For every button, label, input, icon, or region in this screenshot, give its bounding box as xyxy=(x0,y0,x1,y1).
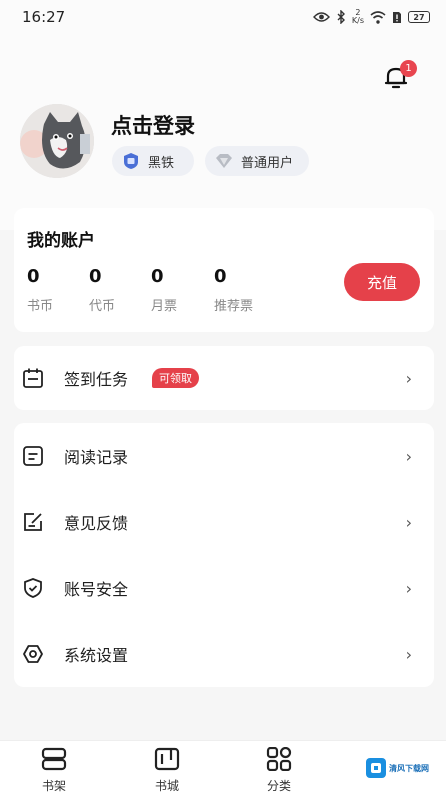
user-type-tag: 普通用户 xyxy=(205,146,309,176)
bookshelf-icon xyxy=(41,747,67,771)
account-title: 我的账户 xyxy=(27,231,95,251)
menu-item-feedback[interactable]: 意见反馈 › xyxy=(14,489,434,555)
watermark-text: 清风下载网 xyxy=(389,763,429,773)
chevron-right-icon: › xyxy=(405,644,412,664)
checkin-card: 签到任务 可领取 › xyxy=(14,346,434,410)
watermark-icon xyxy=(366,758,386,778)
login-prompt[interactable]: 点击登录 xyxy=(111,110,195,140)
nav-label: 书城 xyxy=(154,779,179,793)
sim-alert-icon xyxy=(392,11,402,24)
eye-icon xyxy=(312,11,330,23)
level-tag-label: 黑铁 xyxy=(148,155,175,171)
nav-bookshelf[interactable]: 书架 xyxy=(24,747,84,794)
nav-label: 书架 xyxy=(41,779,66,793)
net-speed-unit: K/s xyxy=(351,16,364,25)
avatar[interactable] xyxy=(20,104,94,178)
stat-tokens[interactable]: 0 代币 xyxy=(89,266,115,314)
network-speed: 2 K/s xyxy=(352,9,364,25)
menu-item-label: 阅读记录 xyxy=(64,448,129,467)
menu-item-label: 账号安全 xyxy=(64,580,129,599)
menu-item-label: 系统设置 xyxy=(64,646,129,665)
shield-icon xyxy=(24,578,42,598)
feedback-icon xyxy=(24,513,42,531)
chevron-right-icon: › xyxy=(405,368,412,388)
stat-label: 月票 xyxy=(151,299,178,314)
recharge-button[interactable]: 充值 xyxy=(344,263,420,301)
claimable-badge: 可领取 xyxy=(152,368,199,388)
status-icons: 2 K/s 27 xyxy=(312,9,430,25)
menu-item-checkin[interactable]: 签到任务 可领取 › xyxy=(14,345,434,411)
settings-list-card: 阅读记录 › 意见反馈 › 账号安全 › 系统设置 › xyxy=(14,423,434,687)
stat-label: 推荐票 xyxy=(214,299,254,314)
chevron-right-icon: › xyxy=(405,446,412,466)
stat-label: 代币 xyxy=(89,299,116,314)
chevron-right-icon: › xyxy=(405,512,412,532)
diamond-icon xyxy=(216,154,232,168)
stat-value: 0 xyxy=(151,266,164,287)
menu-item-reading-history[interactable]: 阅读记录 › xyxy=(14,423,434,489)
bookstore-icon xyxy=(154,747,180,771)
user-type-label: 普通用户 xyxy=(241,155,294,171)
menu-item-system-settings[interactable]: 系统设置 › xyxy=(14,621,434,687)
nav-bookstore[interactable]: 书城 xyxy=(137,747,197,794)
notification-button[interactable]: 1 xyxy=(383,60,417,92)
status-time: 16:27 xyxy=(22,8,66,26)
menu-item-label: 签到任务 xyxy=(64,370,129,389)
stat-monthly-tickets[interactable]: 0 月票 xyxy=(151,266,177,314)
stat-recommend-tickets[interactable]: 0 推荐票 xyxy=(214,266,253,314)
wifi-icon xyxy=(370,10,386,24)
stat-book-coins[interactable]: 0 书币 xyxy=(27,266,53,314)
stat-value: 0 xyxy=(27,266,40,287)
category-icon xyxy=(266,747,292,771)
settings-icon xyxy=(23,645,43,663)
stat-label: 书币 xyxy=(27,299,54,314)
account-card: 我的账户 0 书币 0 代币 0 月票 0 推荐票 充值 xyxy=(14,208,434,332)
nav-label: 分类 xyxy=(266,779,291,793)
battery-indicator: 27 xyxy=(408,11,430,23)
calendar-icon xyxy=(23,368,43,388)
stat-value: 0 xyxy=(89,266,102,287)
cat-avatar-image xyxy=(20,104,94,178)
reading-record-icon xyxy=(23,446,43,466)
watermark-logo: 清风下载网 xyxy=(366,756,440,780)
nav-category[interactable]: 分类 xyxy=(249,747,309,794)
menu-item-label: 意见反馈 xyxy=(64,514,129,533)
stat-value: 0 xyxy=(214,266,227,287)
status-bar: 16:27 2 K/s 27 xyxy=(0,0,446,34)
level-tag: 黑铁 xyxy=(112,146,194,176)
iron-rank-icon xyxy=(124,153,138,169)
chevron-right-icon: › xyxy=(405,578,412,598)
bluetooth-icon xyxy=(336,10,346,24)
menu-item-account-security[interactable]: 账号安全 › xyxy=(14,555,434,621)
notification-badge: 1 xyxy=(400,60,417,77)
